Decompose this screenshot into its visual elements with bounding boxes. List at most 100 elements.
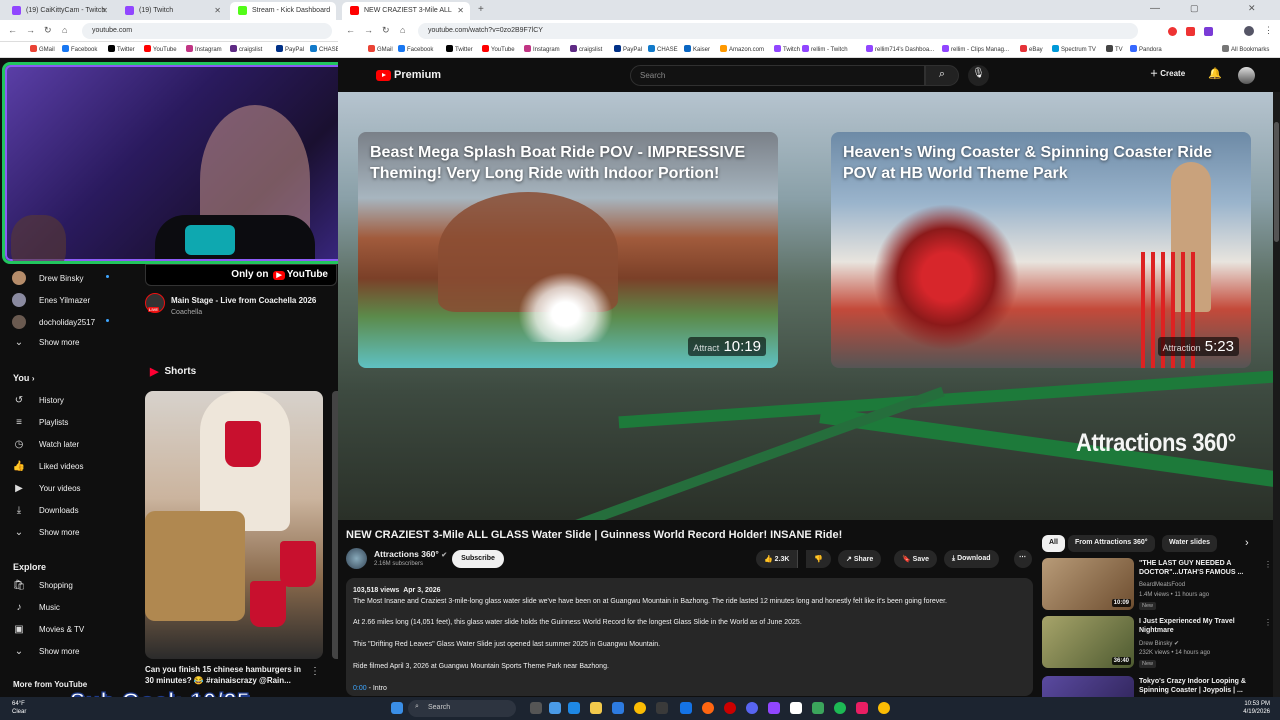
- account-avatar[interactable]: [1238, 67, 1255, 84]
- bookmark[interactable]: PayPal: [276, 45, 304, 53]
- channel-name[interactable]: Attractions 360° ✔: [374, 549, 447, 559]
- extension-icon[interactable]: [1186, 27, 1195, 36]
- app-icon[interactable]: [656, 702, 668, 714]
- home-icon[interactable]: ⌂: [62, 25, 67, 35]
- bookmark[interactable]: Instagram: [186, 45, 222, 53]
- bookmark[interactable]: YouTube: [144, 45, 177, 53]
- search-input[interactable]: Search: [630, 65, 925, 86]
- bookmark[interactable]: Facebook: [398, 45, 433, 53]
- more-options-icon[interactable]: ⋮: [1264, 560, 1272, 569]
- chrome-icon[interactable]: [878, 702, 890, 714]
- live-channel-avatar[interactable]: LIVE: [145, 293, 165, 313]
- bookmark[interactable]: CHASE: [648, 45, 678, 53]
- scrollbar-thumb[interactable]: [1274, 122, 1279, 242]
- browser-tab-active[interactable]: Stream - Kick Dashboard: [230, 2, 336, 20]
- you-header[interactable]: You ›: [13, 373, 35, 383]
- save-button[interactable]: 🔖 Save: [894, 550, 938, 568]
- short-thumbnail[interactable]: [145, 391, 323, 659]
- download-button[interactable]: ⤓ Download: [944, 550, 999, 568]
- firefox-icon[interactable]: [702, 702, 714, 714]
- video-player[interactable]: Beast Mega Splash Boat Ride POV - IMPRES…: [338, 92, 1274, 520]
- close-icon[interactable]: ✕: [101, 6, 108, 15]
- bookmark[interactable]: craigslist: [230, 45, 262, 53]
- photoshop-icon[interactable]: [680, 702, 692, 714]
- bookmark[interactable]: TV: [1106, 45, 1123, 53]
- sidebar-item-history[interactable]: ↺ History: [12, 395, 64, 406]
- bookmark[interactable]: Amazon.com: [720, 45, 764, 53]
- home-icon[interactable]: ⌂: [400, 25, 405, 35]
- new-tab-icon[interactable]: +: [478, 4, 484, 15]
- recommended-video[interactable]: 36:40 I Just Experienced My Travel Night…: [1042, 616, 1274, 670]
- reload-icon[interactable]: ↻: [382, 25, 390, 36]
- show-more-button[interactable]: ⌄ Show more: [12, 646, 80, 657]
- close-icon[interactable]: ✕: [457, 6, 464, 15]
- bookmark[interactable]: eBay: [1020, 45, 1043, 53]
- create-button[interactable]: ＋ Create: [1150, 68, 1185, 79]
- sidebar-subscription[interactable]: Drew Binsky: [12, 271, 83, 285]
- browser-tab[interactable]: (19) Twitch ✕: [117, 2, 227, 20]
- recommended-video[interactable]: 10:09 "THE LAST GUY NEEDED A DOCTOR"...U…: [1042, 558, 1274, 612]
- sidebar-item-downloads[interactable]: ⤓ Downloads: [12, 505, 79, 516]
- chrome-icon[interactable]: [634, 702, 646, 714]
- subscribe-button[interactable]: Subscribe: [452, 550, 504, 568]
- url-field[interactable]: youtube.com/watch?v=0zo2B9F7lCY: [418, 23, 1138, 39]
- search-button[interactable]: ⌕: [925, 65, 959, 86]
- sidebar-item-watch-later[interactable]: ◷ Watch later: [12, 439, 80, 450]
- bookmark[interactable]: Twitter: [446, 45, 473, 53]
- taskview-icon[interactable]: [530, 702, 542, 714]
- app-icon[interactable]: [812, 702, 824, 714]
- sidebar-subscription[interactable]: Enes Yilmazer: [12, 293, 90, 307]
- back-icon[interactable]: ←: [8, 25, 17, 35]
- extension-icon[interactable]: [1204, 27, 1213, 36]
- spotify-icon[interactable]: [834, 702, 846, 714]
- notifications-bell-icon[interactable]: 🔔: [1208, 67, 1222, 80]
- bookmark[interactable]: CHASE: [310, 45, 340, 53]
- filter-chip[interactable]: Water slides: [1162, 535, 1217, 552]
- share-button[interactable]: ↗ Share: [838, 550, 882, 568]
- chapter-timestamp[interactable]: 0:00: [353, 685, 367, 692]
- store-icon[interactable]: [612, 702, 624, 714]
- more-options-icon[interactable]: ⋮: [310, 666, 320, 677]
- app-icon[interactable]: [790, 702, 802, 714]
- dislike-button[interactable]: 👎: [806, 550, 831, 568]
- filter-chip-all[interactable]: All: [1042, 535, 1065, 552]
- voice-search-button[interactable]: 🎙: [968, 65, 989, 86]
- channel-avatar[interactable]: [346, 548, 367, 569]
- sidebar-item-liked[interactable]: 👍 Liked videos: [12, 461, 84, 472]
- file-explorer-icon[interactable]: [590, 702, 602, 714]
- forward-icon[interactable]: →: [26, 25, 35, 35]
- show-more-button[interactable]: ⌄ Show more: [12, 527, 80, 538]
- maximize-icon[interactable]: ▢: [1190, 3, 1199, 14]
- bookmark[interactable]: Twitch: [774, 45, 800, 53]
- bookmark[interactable]: Instagram: [524, 45, 560, 53]
- short-title[interactable]: Can you finish 15 chinese hamburgers in …: [145, 664, 307, 686]
- video-description[interactable]: 103,518 views Apr 3, 2026 The Most Insan…: [346, 578, 1033, 696]
- sidebar-item-shopping[interactable]: 🛍 Shopping: [12, 580, 73, 591]
- endscreen-video-card[interactable]: Beast Mega Splash Boat Ride POV - IMPRES…: [358, 132, 778, 368]
- bookmark[interactable]: GMail: [368, 45, 393, 53]
- recommended-video[interactable]: Tokyo's Crazy Indoor Looping & Spinning …: [1042, 676, 1274, 697]
- more-options-icon[interactable]: ⋮: [1264, 618, 1272, 627]
- bookmark[interactable]: craigslist: [570, 45, 602, 53]
- close-window-icon[interactable]: ✕: [1248, 3, 1256, 14]
- show-more-button[interactable]: ⌄ Show more: [12, 337, 80, 348]
- back-icon[interactable]: ←: [346, 25, 355, 35]
- live-video-title[interactable]: Main Stage - Live from Coachella 2026: [171, 296, 316, 305]
- windows-start-icon[interactable]: [391, 702, 403, 714]
- scrollbar[interactable]: [1273, 92, 1280, 697]
- youtube-logo[interactable]: Premium: [376, 69, 441, 81]
- only-on-youtube-banner[interactable]: Only on ▶ YouTube: [145, 264, 337, 286]
- url-field[interactable]: youtube.com: [82, 23, 332, 39]
- chevron-right-icon[interactable]: ›: [1245, 537, 1249, 549]
- bookmark[interactable]: YouTube: [482, 45, 515, 53]
- forward-icon[interactable]: →: [364, 25, 373, 35]
- close-icon[interactable]: ✕: [214, 6, 221, 15]
- minimize-icon[interactable]: —: [1150, 3, 1160, 14]
- discord-icon[interactable]: [746, 702, 758, 714]
- edge-icon[interactable]: [568, 702, 580, 714]
- bookmark[interactable]: Spectrum TV: [1052, 45, 1096, 53]
- bookmark[interactable]: Facebook: [62, 45, 97, 53]
- sidebar-item-movies[interactable]: ▣ Movies & TV: [12, 624, 84, 635]
- like-button[interactable]: 👍 2.3K: [756, 550, 799, 568]
- menu-icon[interactable]: ⋮: [1264, 25, 1273, 36]
